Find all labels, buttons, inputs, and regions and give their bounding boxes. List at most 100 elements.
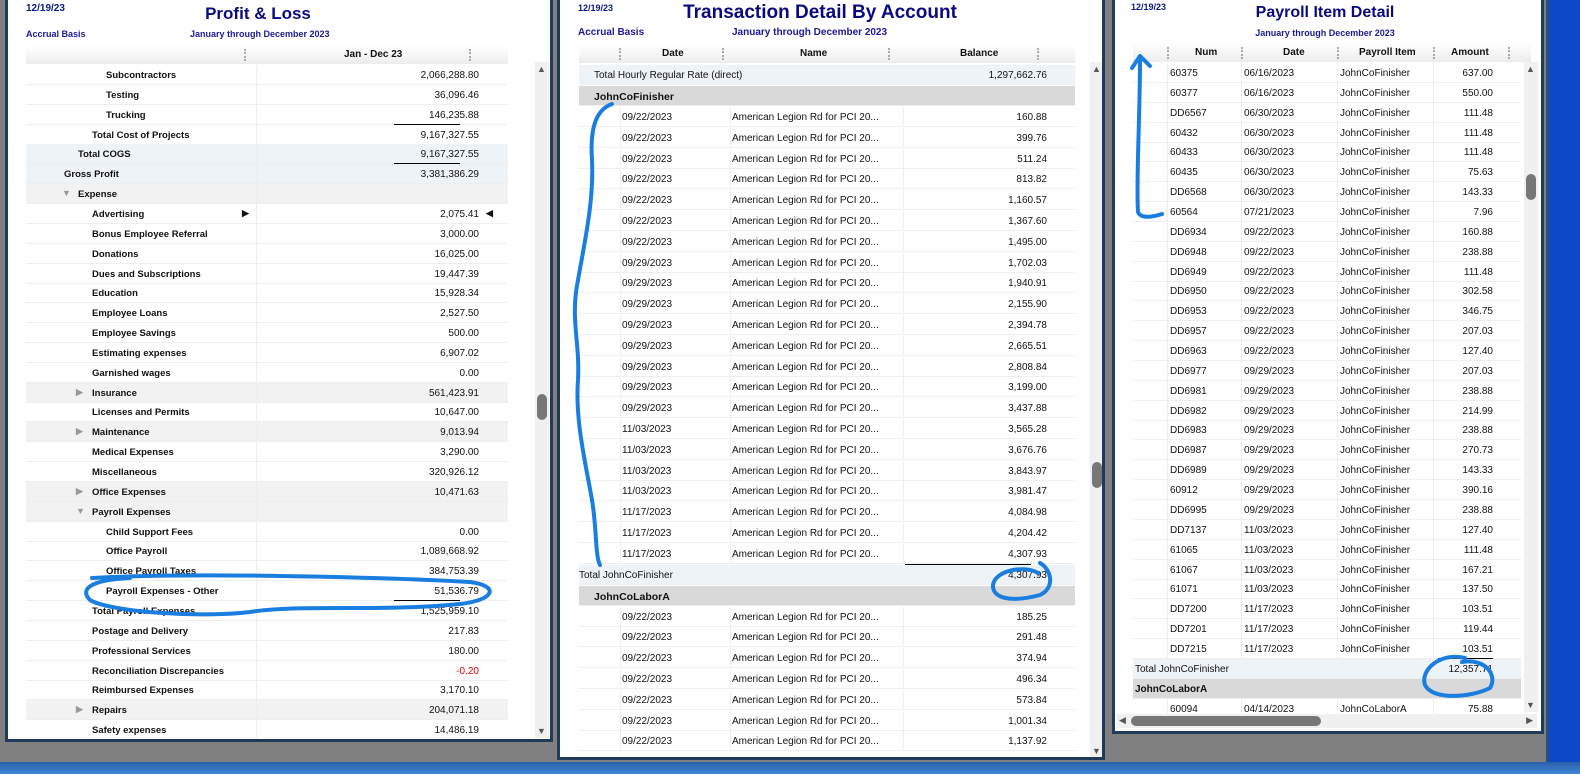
report-row[interactable]: Advertising 2,075.41 ▶ ◀ — [26, 203, 508, 224]
column-num[interactable]: Num — [1195, 47, 1217, 58]
report-row[interactable]: ▼ Expense — [26, 184, 508, 205]
report-row[interactable]: ▶ Insurance 561,423.91 — [26, 382, 508, 403]
payroll-row[interactable]: DD6957 09/22/2023 JohnCoFinisher 207.03 — [1133, 321, 1521, 342]
transaction-row[interactable]: 11/03/2023 American Legion Rd for PCI 20.… — [579, 419, 1075, 439]
transaction-row[interactable]: 09/22/2023 American Legion Rd for PCI 20.… — [579, 127, 1075, 148]
transaction-row[interactable]: 09/29/2023 American Legion Rd for PCI 20.… — [579, 273, 1075, 294]
payroll-row[interactable]: 60377 06/16/2023 JohnCoFinisher 550.00 — [1133, 82, 1521, 103]
report-row[interactable]: ▼ Payroll Expenses — [26, 501, 508, 522]
transaction-row[interactable]: 11/17/2023 American Legion Rd for PCI 20.… — [579, 543, 1075, 564]
report-row[interactable]: Gross Profit 3,381,386.29 — [26, 164, 508, 185]
column-date[interactable]: Date — [1283, 47, 1305, 58]
report-row[interactable]: Office Payroll 1,089,668.92 — [26, 541, 508, 562]
report-row[interactable]: Donations 16,025.00 — [26, 243, 508, 264]
column-amount[interactable]: Amount — [1451, 47, 1489, 58]
payroll-row[interactable]: DD7201 11/17/2023 JohnCoFinisher 119.44 — [1133, 619, 1521, 640]
report-row[interactable]: ▶ Maintenance 9,013.94 — [26, 422, 508, 443]
report-row[interactable]: Subcontractors 2,066,288.80 — [26, 65, 508, 85]
transaction-row[interactable]: 09/22/2023 American Legion Rd for PCI 20.… — [579, 231, 1075, 252]
payroll-row[interactable]: 61067 11/03/2023 JohnCoFinisher 167.21 — [1133, 559, 1521, 580]
collapsed-triangle-icon[interactable]: ▶ — [76, 387, 83, 398]
column-header[interactable]: Num Date Payroll Item Amount — [1133, 44, 1531, 62]
payroll-row[interactable]: 60912 09/29/2023 JohnCoFinisher 390.16 — [1133, 480, 1521, 501]
transaction-row[interactable]: 11/17/2023 American Legion Rd for PCI 20.… — [579, 523, 1075, 543]
report-row[interactable]: Total Cost of Projects 9,167,327.55 — [26, 124, 508, 145]
report-row[interactable]: Licenses and Permits 10,647.00 — [26, 402, 508, 423]
payroll-row[interactable]: DD6977 09/29/2023 JohnCoFinisher 207.03 — [1133, 360, 1521, 381]
payroll-row[interactable]: DD6983 09/29/2023 JohnCoFinisher 238.88 — [1133, 420, 1521, 441]
horizontal-scroll-thumb[interactable] — [1131, 716, 1321, 726]
payroll-row[interactable]: DD6963 09/22/2023 JohnCoFinisher 127.40 — [1133, 341, 1521, 362]
column-date[interactable]: Date — [662, 48, 684, 59]
expanded-triangle-icon[interactable]: ▼ — [76, 506, 85, 516]
scroll-down-icon[interactable]: ▼ — [537, 726, 546, 736]
column-jan-dec-23[interactable]: Jan - Dec 23 — [344, 49, 402, 60]
transaction-row[interactable]: 11/03/2023 American Legion Rd for PCI 20.… — [579, 460, 1075, 481]
report-row[interactable]: Estimating expenses 6,907.02 — [26, 342, 508, 363]
transaction-row[interactable]: 09/22/2023 American Legion Rd for PCI 20.… — [579, 710, 1075, 731]
payroll-row[interactable]: DD6949 09/22/2023 JohnCoFinisher 111.48 — [1133, 261, 1521, 282]
report-row[interactable]: Office Payroll Taxes 384,753.39 — [26, 561, 508, 582]
report-row[interactable]: Postage and Delivery 217.83 — [26, 620, 508, 641]
transaction-row[interactable]: 09/22/2023 American Legion Rd for PCI 20.… — [579, 211, 1075, 231]
transaction-row[interactable]: 09/29/2023 American Legion Rd for PCI 20.… — [579, 377, 1075, 398]
payroll-row[interactable]: DD7215 11/17/2023 JohnCoFinisher 103.51 — [1133, 638, 1521, 659]
payroll-row[interactable]: DD7200 11/17/2023 JohnCoFinisher 103.51 — [1133, 599, 1521, 620]
payroll-row[interactable]: 60435 06/30/2023 JohnCoFinisher 75.63 — [1133, 162, 1521, 183]
transaction-row[interactable]: 09/29/2023 American Legion Rd for PCI 20.… — [579, 252, 1075, 273]
payroll-row[interactable]: DD6568 06/30/2023 JohnCoFinisher 143.33 — [1133, 182, 1521, 203]
collapsed-triangle-icon[interactable]: ▶ — [76, 426, 83, 437]
report-row[interactable]: Testing 36,096.46 — [26, 84, 508, 105]
transaction-row[interactable]: 09/22/2023 American Legion Rd for PCI 20.… — [579, 648, 1075, 669]
report-row[interactable]: Dues and Subscriptions 19,447.39 — [26, 263, 508, 284]
transaction-row[interactable]: 09/29/2023 American Legion Rd for PCI 20.… — [579, 294, 1075, 315]
payroll-row[interactable]: 60433 06/30/2023 JohnCoFinisher 111.48 — [1133, 142, 1521, 163]
group-header[interactable]: JohnCoLaborA — [1133, 678, 1521, 699]
scroll-up-icon[interactable]: ▲ — [1092, 64, 1101, 74]
collapsed-triangle-icon[interactable]: ▶ — [76, 704, 83, 715]
expanded-triangle-icon[interactable]: ▼ — [62, 188, 71, 198]
transaction-row[interactable]: 09/22/2023 American Legion Rd for PCI 20.… — [579, 669, 1075, 689]
transaction-row[interactable]: 11/03/2023 American Legion Rd for PCI 20.… — [579, 481, 1075, 502]
payroll-row[interactable]: DD6981 09/29/2023 JohnCoFinisher 238.88 — [1133, 380, 1521, 401]
report-row[interactable]: ▶ Office Expenses 10,471.63 — [26, 481, 508, 502]
payroll-row[interactable]: 60564 07/21/2023 JohnCoFinisher 7.96 — [1133, 202, 1521, 223]
transaction-row[interactable]: 11/03/2023 American Legion Rd for PCI 20.… — [579, 439, 1075, 460]
report-row[interactable]: Bonus Employee Referral 3,000.00 — [26, 223, 508, 244]
scroll-thumb[interactable] — [537, 394, 547, 420]
scroll-thumb[interactable] — [1092, 462, 1102, 488]
payroll-row[interactable]: 61065 11/03/2023 JohnCoFinisher 111.48 — [1133, 539, 1521, 560]
payroll-row[interactable]: DD6948 09/22/2023 JohnCoFinisher 238.88 — [1133, 241, 1521, 262]
column-payroll-item[interactable]: Payroll Item — [1359, 47, 1416, 58]
transaction-row[interactable]: 09/22/2023 American Legion Rd for PCI 20.… — [579, 689, 1075, 710]
payroll-row[interactable]: DD6953 09/22/2023 JohnCoFinisher 346.75 — [1133, 301, 1521, 322]
transaction-row[interactable]: 09/22/2023 American Legion Rd for PCI 20.… — [579, 190, 1075, 211]
payroll-row[interactable]: DD6989 09/29/2023 JohnCoFinisher 143.33 — [1133, 460, 1521, 481]
payroll-row[interactable]: DD6987 09/29/2023 JohnCoFinisher 270.73 — [1133, 440, 1521, 461]
payroll-row[interactable]: 61071 11/03/2023 JohnCoFinisher 137.50 — [1133, 579, 1521, 600]
report-row[interactable]: Total COGS 9,167,327.55 — [26, 144, 508, 165]
transaction-row[interactable]: 09/22/2023 American Legion Rd for PCI 20.… — [579, 107, 1075, 127]
report-row[interactable]: Child Support Fees 0.00 — [26, 521, 508, 542]
report-row[interactable]: Medical Expenses 3,290.00 — [26, 442, 508, 463]
report-row[interactable]: Safety expenses 14,486.19 — [26, 720, 508, 739]
payroll-row[interactable]: DD6982 09/29/2023 JohnCoFinisher 214.99 — [1133, 400, 1521, 421]
report-row[interactable]: Garnished wages 0.00 — [26, 362, 508, 383]
payroll-row[interactable]: DD6950 09/22/2023 JohnCoFinisher 302.58 — [1133, 281, 1521, 302]
payroll-row[interactable]: DD6995 09/29/2023 JohnCoFinisher 238.88 — [1133, 499, 1521, 520]
report-row[interactable]: ▶ Repairs 204,071.18 — [26, 700, 508, 721]
scroll-up-icon[interactable]: ▲ — [1526, 64, 1535, 74]
scroll-thumb[interactable] — [1526, 174, 1536, 200]
scroll-right-icon[interactable]: ▶ — [1526, 715, 1533, 726]
scroll-down-icon[interactable]: ▼ — [1526, 700, 1535, 710]
scroll-up-icon[interactable]: ▲ — [537, 64, 546, 74]
vertical-scrollbar[interactable]: ▲ ▼ — [535, 62, 549, 738]
transaction-row[interactable]: 09/22/2023 American Legion Rd for PCI 20.… — [579, 606, 1075, 627]
vertical-scrollbar[interactable]: ▲ ▼ — [1090, 62, 1102, 757]
report-row[interactable]: Reimbursed Expenses 3,170.10 — [26, 680, 508, 701]
column-name[interactable]: Name — [800, 48, 827, 59]
transaction-row[interactable]: 09/22/2023 American Legion Rd for PCI 20.… — [579, 627, 1075, 648]
report-row[interactable]: Total Payroll Expenses 1,525,959.10 — [26, 600, 508, 621]
column-header[interactable]: Date Name Balance — [579, 45, 1075, 63]
payroll-row[interactable]: 60375 06/16/2023 JohnCoFinisher 637.00 — [1133, 63, 1521, 83]
